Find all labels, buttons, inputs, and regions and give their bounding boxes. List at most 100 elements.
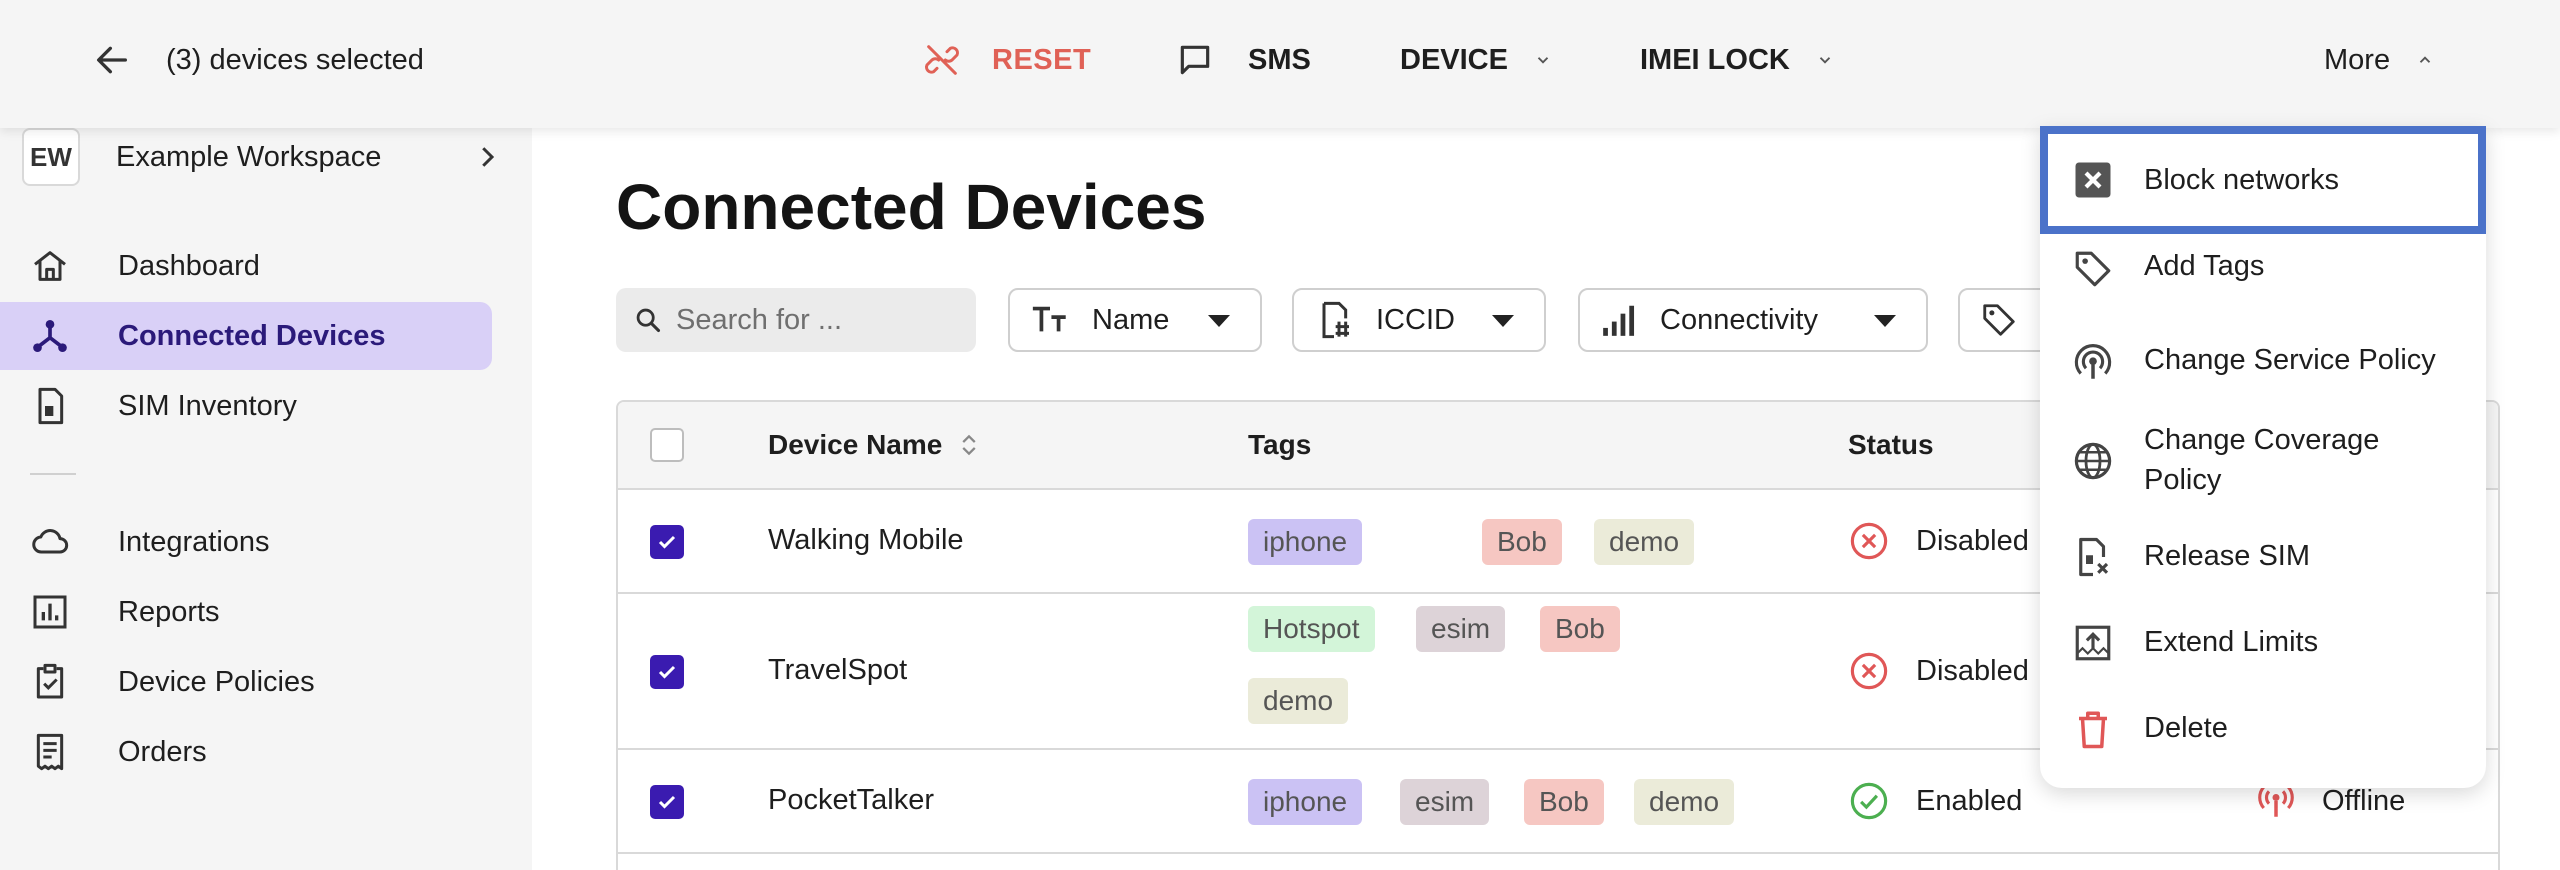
sim-remove-icon [2079, 537, 2109, 577]
sms-button[interactable]: SMS [1176, 0, 1311, 120]
check-circle-icon [1850, 782, 1888, 820]
column-header-label: Status [1848, 429, 1934, 460]
status-cell: Disabled [1848, 650, 2029, 692]
unlink-icon [925, 45, 959, 75]
menu-item-release-sim[interactable]: Release SIM [2040, 516, 2486, 602]
caret-down-icon [1874, 315, 1896, 327]
row-checkbox[interactable] [650, 655, 684, 689]
device-menu-button[interactable]: DEVICE [1400, 0, 1552, 120]
tag-icon [2075, 251, 2111, 287]
globe-icon [2074, 442, 2112, 480]
connectivity-text: Offline [2322, 784, 2406, 817]
status-text: Disabled [1916, 654, 2029, 687]
more-label: More [2324, 43, 2391, 76]
filter-label: Name [1092, 303, 1170, 336]
back-button[interactable] [92, 0, 132, 120]
sidebar-item-reports[interactable]: Reports [0, 578, 492, 646]
row-checkbox[interactable] [650, 525, 684, 559]
column-header-device-name[interactable]: Device Name [768, 402, 978, 488]
sms-label: SMS [1248, 43, 1311, 76]
tag-chip: esim [1400, 779, 1490, 825]
filter-label: Connectivity [1660, 303, 1818, 336]
more-menu-button[interactable]: More [2324, 0, 2434, 120]
column-header-label: Tags [1248, 429, 1312, 460]
sidebar-item-connected-devices[interactable]: Connected Devices [0, 302, 492, 370]
sim-hash-icon [1322, 301, 1349, 339]
tag-chip: iphone [1248, 779, 1363, 825]
filter-name[interactable]: Name [1008, 288, 1262, 352]
search-input[interactable] [676, 303, 956, 337]
column-header-label: Device Name [768, 429, 943, 460]
sidebar-item-label: Orders [118, 735, 207, 768]
tag-chip: iphone [1248, 519, 1363, 565]
device-name[interactable]: PocketTalker [768, 784, 934, 817]
menu-item-block-networks[interactable]: Block networks [2040, 126, 2486, 234]
chevron-down-icon [1819, 57, 1831, 64]
device-name[interactable]: TravelSpot [768, 654, 907, 687]
filter-connectivity[interactable]: Connectivity [1578, 288, 1928, 352]
menu-item-change-coverage-policy[interactable]: Change Coverage Policy [2040, 406, 2486, 516]
menu-item-change-service-policy[interactable]: Change Service Policy [2040, 320, 2486, 406]
broadcast-icon [2074, 344, 2112, 379]
sim-card-icon [38, 387, 64, 425]
tag-chip: Bob [1524, 779, 1604, 825]
workspace-name: Example Workspace [116, 140, 382, 173]
checkmark-icon [658, 665, 676, 679]
workspace-switcher[interactable]: EW Example Workspace [22, 128, 502, 186]
reset-label: RESET [992, 43, 1092, 76]
select-all-checkbox[interactable] [650, 428, 684, 462]
menu-item-delete[interactable]: Delete [2040, 688, 2486, 774]
sidebar-item-label: Reports [118, 595, 220, 628]
status-cell: Disabled [1848, 520, 2029, 562]
filter-label: ICCID [1376, 303, 1455, 336]
sidebar-item-label: Connected Devices [118, 319, 386, 352]
upload-box-icon [2075, 625, 2111, 661]
row-checkbox[interactable] [650, 785, 684, 819]
sidebar-item-device-policies[interactable]: Device Policies [0, 648, 492, 716]
sidebar-item-sim-inventory[interactable]: SIM Inventory [0, 372, 492, 440]
imei-lock-label: IMEI LOCK [1640, 43, 1790, 76]
status-cell: Enabled [1848, 780, 2022, 822]
x-circle-icon [1850, 652, 1888, 690]
caret-down-icon [1492, 315, 1514, 327]
sidebar-item-orders[interactable]: Orders [0, 718, 492, 786]
tag-chip: demo [1594, 519, 1695, 565]
tag-icon [1983, 304, 2015, 336]
tag-chip: Bob [1540, 606, 1620, 652]
tag-chip: demo [1248, 678, 1349, 724]
chevron-right-icon [482, 147, 495, 167]
menu-item-add-tags[interactable]: Add Tags [2040, 234, 2486, 320]
sidebar-item-label: SIM Inventory [118, 389, 297, 422]
device-name[interactable]: Walking Mobile [768, 524, 964, 557]
chevron-down-icon [1537, 57, 1549, 64]
caret-down-icon [1208, 315, 1230, 327]
x-circle-icon [1850, 522, 1888, 560]
bulk-action-bar: (3) devices selected RESET SMS DEVICE IM… [0, 0, 2560, 128]
menu-item-label: Release SIM [2144, 540, 2311, 572]
sidebar-item-label: Device Policies [118, 665, 315, 698]
checkmark-icon [658, 535, 676, 549]
filter-iccid[interactable]: ICCID [1292, 288, 1546, 352]
tag-chip: Bob [1482, 519, 1562, 565]
page-title: Connected Devices [616, 171, 1207, 243]
trash-icon [2079, 711, 2107, 749]
sidebar-item-label: Integrations [118, 525, 270, 558]
search-box[interactable] [616, 288, 976, 352]
close-box-icon [2075, 162, 2111, 198]
menu-item-label: Delete [2144, 712, 2228, 744]
home-icon [34, 251, 66, 281]
menu-item-extend-limits[interactable]: Extend Limits [2040, 602, 2486, 688]
sidebar-item-integrations[interactable]: Integrations [0, 508, 492, 576]
cloud-icon [32, 529, 69, 554]
sidebar-divider [30, 473, 76, 475]
menu-item-label: Change Service Policy [2144, 344, 2436, 376]
imei-lock-menu-button[interactable]: IMEI LOCK [1640, 0, 1834, 120]
chevron-up-icon [2419, 56, 2431, 63]
menu-item-label: Extend Limits [2144, 626, 2319, 658]
reset-button[interactable]: RESET [922, 0, 1091, 120]
network-icon [33, 320, 67, 352]
clipboard-check-icon [36, 663, 64, 699]
sidebar-item-dashboard[interactable]: Dashboard [0, 232, 492, 300]
receipt-icon [36, 733, 64, 771]
message-icon [1180, 45, 1210, 75]
